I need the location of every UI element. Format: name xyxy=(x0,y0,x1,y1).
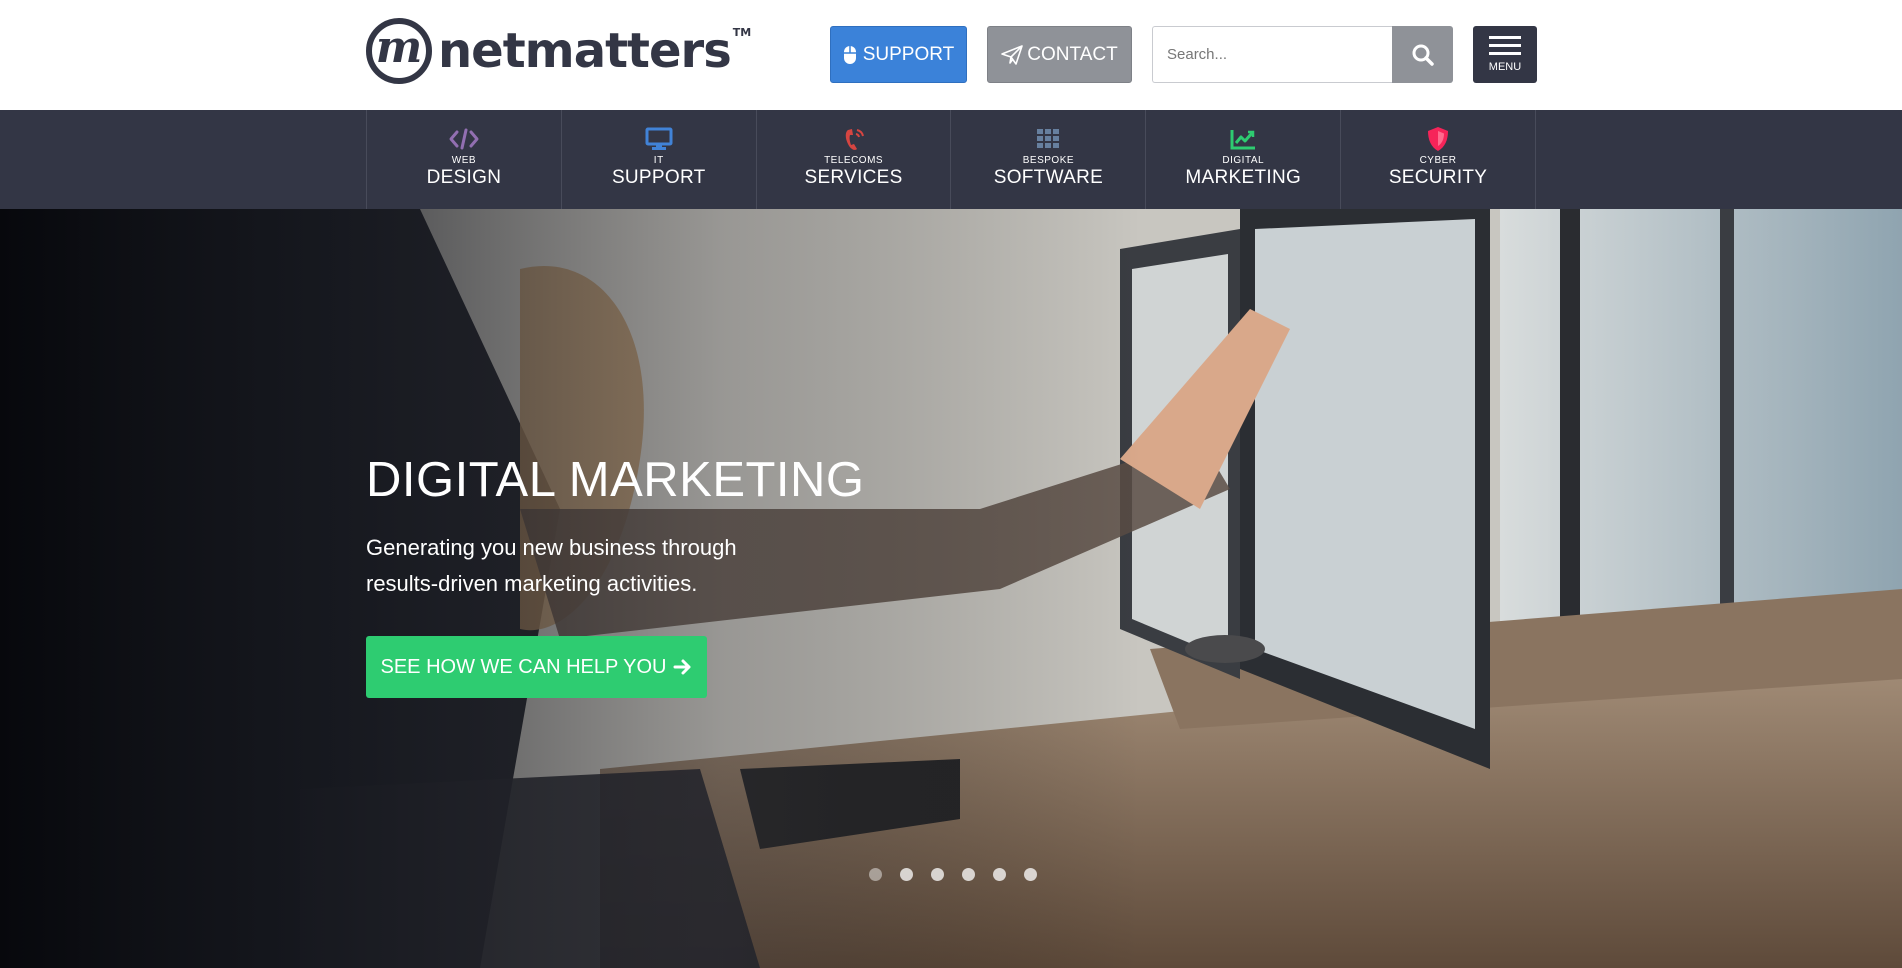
monitor-icon xyxy=(645,126,673,152)
search-button[interactable] xyxy=(1392,26,1453,83)
menu-button[interactable]: MENU xyxy=(1473,26,1537,83)
shield-icon xyxy=(1426,126,1450,152)
contact-button[interactable]: CONTACT xyxy=(987,26,1132,83)
hamburger-icon xyxy=(1489,36,1521,55)
carousel-dot[interactable] xyxy=(993,868,1006,881)
chart-icon xyxy=(1230,126,1256,152)
paper-plane-icon xyxy=(1001,44,1024,65)
logo-mark-icon: m xyxy=(366,18,432,84)
hero-title: DIGITAL MARKETING xyxy=(366,453,865,507)
carousel-dot[interactable] xyxy=(962,868,975,881)
support-button[interactable]: SUPPORT xyxy=(830,26,967,83)
hero-background-image xyxy=(0,209,1902,968)
arrow-right-icon xyxy=(673,659,690,675)
search-icon xyxy=(1412,44,1434,66)
code-icon xyxy=(449,126,479,152)
nav-big-label: SECURITY xyxy=(1388,167,1488,188)
hero-subtitle: Generating you new business through resu… xyxy=(366,535,737,596)
see-how-we-can-help-button[interactable]: SEE HOW WE CAN HELP YOU xyxy=(366,636,707,698)
carousel-dot[interactable] xyxy=(931,868,944,881)
nav-big-label: MARKETING xyxy=(1185,167,1302,188)
carousel-dot[interactable] xyxy=(1024,868,1037,881)
nav-small-label: DIGITAL xyxy=(1222,155,1265,166)
hero-banner: DIGITAL MARKETING Generating you new bus… xyxy=(0,209,1902,968)
logo-text: netmatters xyxy=(438,23,732,79)
support-label: SUPPORT xyxy=(862,43,955,65)
nav-small-label: TELECOMS xyxy=(824,155,884,166)
nav-item-telecoms-services[interactable]: TELECOMS SERVICES xyxy=(757,110,952,209)
logo-trademark: TM xyxy=(732,26,752,39)
nav-small-label: IT xyxy=(653,155,664,166)
nav-small-label: WEB xyxy=(451,155,477,166)
nav-big-label: SUPPORT xyxy=(611,167,706,188)
nav-small-label: CYBER xyxy=(1419,155,1457,166)
menu-label: MENU xyxy=(1488,61,1522,73)
cta-label: SEE HOW WE CAN HELP YOU xyxy=(380,655,667,678)
nav-small-label: BESPOKE xyxy=(1022,155,1075,166)
nav-item-it-support[interactable]: IT SUPPORT xyxy=(562,110,757,209)
service-nav: WEB DESIGN IT SUPPORT TELECOMS SERVICES … xyxy=(0,110,1902,209)
netmatters-logo[interactable]: m netmatters TM xyxy=(366,18,751,84)
nav-item-cyber-security[interactable]: CYBER SECURITY xyxy=(1341,110,1536,209)
carousel-dot[interactable] xyxy=(869,868,882,881)
site-header: m netmatters TM SUPPORT CONTACT MENU xyxy=(0,0,1902,110)
nav-item-bespoke-software[interactable]: BESPOKE SOFTWARE xyxy=(951,110,1147,209)
nav-item-web-design[interactable]: WEB DESIGN xyxy=(367,110,562,209)
grid-icon xyxy=(1036,126,1060,152)
carousel-dots xyxy=(869,868,1037,881)
nav-big-label: DESIGN xyxy=(426,167,502,188)
phone-icon xyxy=(842,126,866,152)
carousel-dot[interactable] xyxy=(900,868,913,881)
nav-item-digital-marketing[interactable]: DIGITAL MARKETING xyxy=(1146,110,1342,209)
contact-label: CONTACT xyxy=(1027,43,1118,65)
search-input[interactable] xyxy=(1152,26,1393,83)
mouse-icon xyxy=(843,45,856,64)
nav-big-label: SOFTWARE xyxy=(993,167,1104,188)
nav-big-label: SERVICES xyxy=(804,167,903,188)
